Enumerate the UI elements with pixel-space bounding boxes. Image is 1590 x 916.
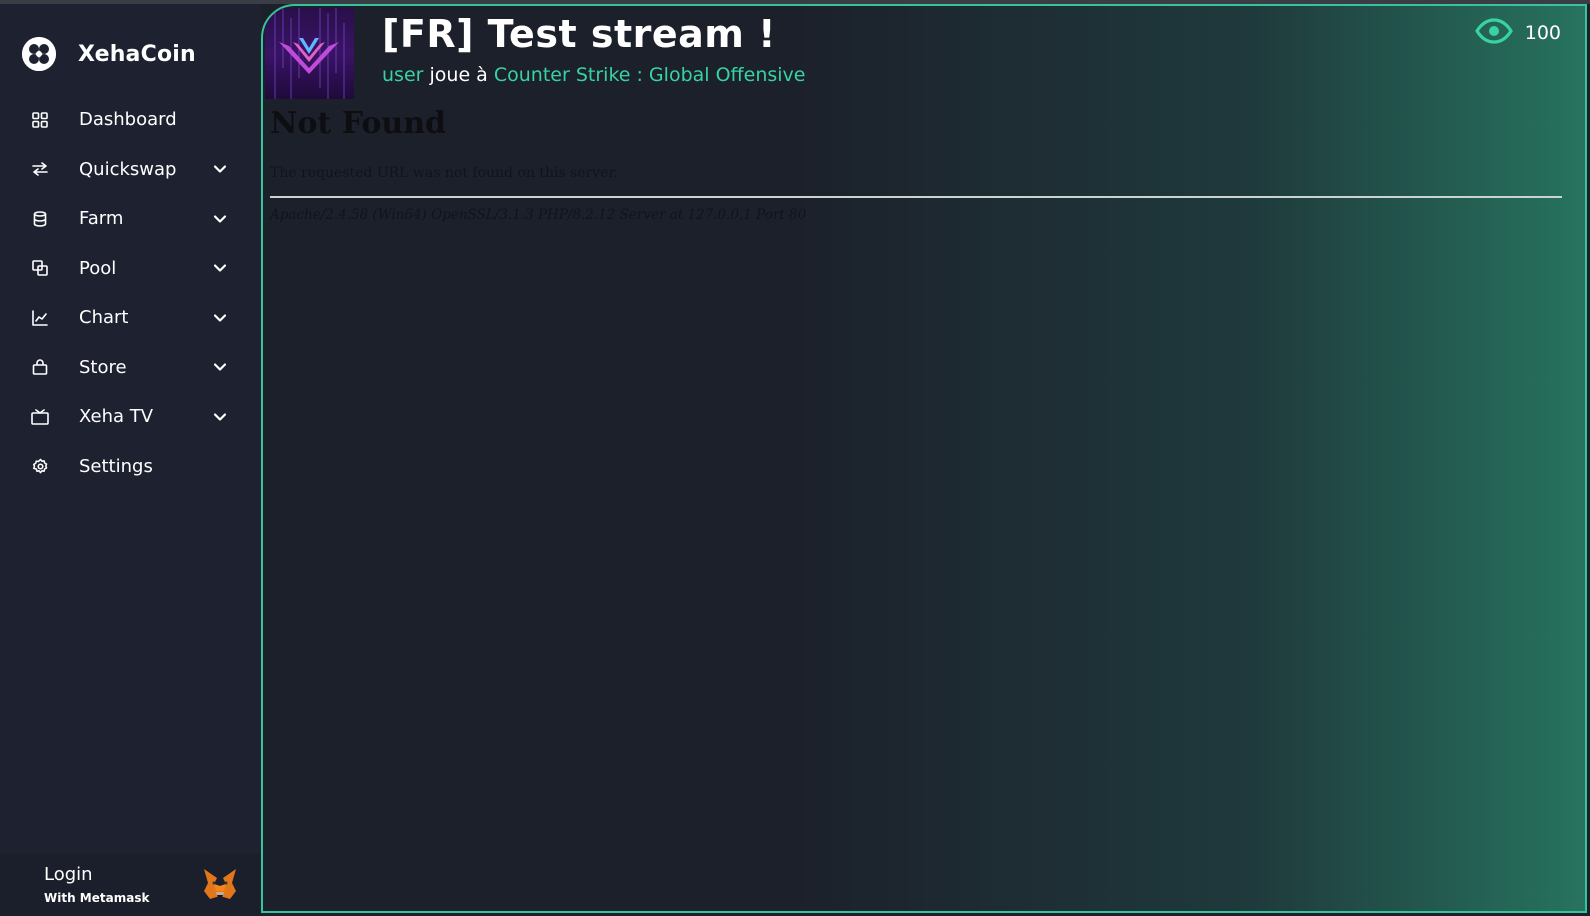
chevron-down-icon[interactable] <box>212 409 228 425</box>
brand-name: XehaCoin <box>78 41 196 67</box>
sidebar-item-store[interactable]: Store <box>0 343 261 393</box>
stream-panel: [FR] Test stream ! user joue à Counter S… <box>261 4 1587 913</box>
sidebar-nav: Dashboard Quickswap Farm Pool Chart Stor… <box>0 95 261 491</box>
server-signature: Apache/2.4.58 (Win64) OpenSSL/3.1.3 PHP/… <box>270 207 807 223</box>
sidebar-item-label: Settings <box>79 455 153 477</box>
sidebar-item-label: Chart <box>79 307 129 329</box>
grid-icon <box>30 110 50 130</box>
chevron-down-icon[interactable] <box>212 260 228 276</box>
metamask-fox-icon <box>202 866 238 902</box>
sidebar-item-settings[interactable]: Settings <box>0 442 261 492</box>
sidebar-item-label: Xeha TV <box>79 406 154 428</box>
sidebar-item-pool[interactable]: Pool <box>0 244 261 294</box>
sidebar-item-farm[interactable]: Farm <box>0 194 261 244</box>
tv-icon <box>30 407 50 427</box>
chevron-down-icon[interactable] <box>212 161 228 177</box>
chevron-down-icon[interactable] <box>212 211 228 227</box>
stream-thumbnail[interactable] <box>265 8 354 99</box>
line-chart-icon <box>30 308 50 328</box>
plays-text: joue à <box>429 64 488 86</box>
error-heading: Not Found <box>270 106 447 141</box>
gear-icon <box>30 456 50 476</box>
xehacoin-logo-icon <box>22 37 56 71</box>
sidebar-item-quickswap[interactable]: Quickswap <box>0 145 261 195</box>
login-subtitle: With Metamask <box>44 891 150 905</box>
database-icon <box>30 209 50 229</box>
swap-arrows-icon <box>30 159 50 179</box>
viewer-count-value: 100 <box>1524 22 1561 44</box>
sidebar: XehaCoin Dashboard Quickswap Farm Pool C… <box>0 4 261 916</box>
stream-title: [FR] Test stream ! <box>382 12 776 56</box>
chevron-down-icon[interactable] <box>212 359 228 375</box>
viewer-count: 100 <box>1474 18 1561 48</box>
login-title: Login <box>44 864 93 885</box>
sidebar-item-label: Quickswap <box>79 158 177 180</box>
chevron-down-icon[interactable] <box>212 310 228 326</box>
shopping-bag-icon <box>30 357 50 377</box>
sidebar-item-label: Pool <box>79 257 117 279</box>
error-message: The requested URL was not found on this … <box>270 165 619 181</box>
streamer-name-link[interactable]: user <box>382 64 423 86</box>
app-window: XehaCoin Dashboard Quickswap Farm Pool C… <box>0 0 1590 916</box>
eye-icon <box>1474 18 1513 48</box>
sidebar-item-chart[interactable]: Chart <box>0 293 261 343</box>
stream-subtitle: user joue à Counter Strike : Global Offe… <box>382 64 805 86</box>
sidebar-item-xeha-tv[interactable]: Xeha TV <box>0 392 261 442</box>
login-with-metamask-button[interactable]: Login With Metamask <box>0 854 261 916</box>
sidebar-item-label: Farm <box>79 208 124 230</box>
game-name-link[interactable]: Counter Strike : Global Offensive <box>494 64 806 86</box>
sidebar-item-label: Dashboard <box>79 109 177 131</box>
sidebar-item-dashboard[interactable]: Dashboard <box>0 95 261 145</box>
layers-icon <box>30 258 50 278</box>
sidebar-item-label: Store <box>79 356 127 378</box>
embedded-error-page: Not Found The requested URL was not foun… <box>270 106 1562 223</box>
divider <box>270 196 1562 198</box>
brand[interactable]: XehaCoin <box>22 34 196 74</box>
